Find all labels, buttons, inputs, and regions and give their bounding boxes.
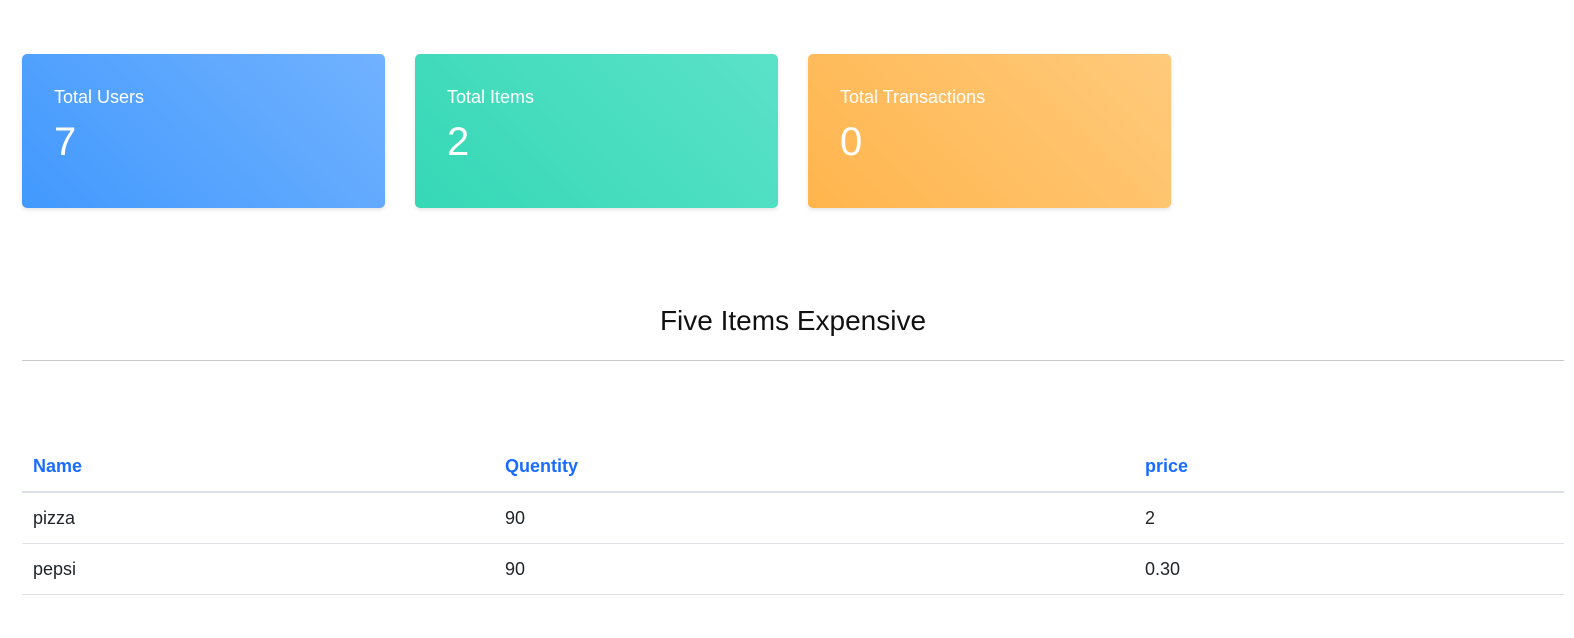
stat-value: 7	[54, 120, 77, 164]
column-header-name: Name	[22, 446, 494, 493]
column-header-quantity: Quentity	[494, 446, 1134, 493]
stat-card-items: Total Items 2	[415, 54, 778, 208]
stat-card-users: Total Users 7	[22, 54, 385, 208]
cell-price: 0.30	[1134, 543, 1564, 595]
stat-value: 0	[840, 120, 863, 164]
stat-value: 2	[447, 120, 470, 164]
table-row: pepsi 90 0.30	[22, 543, 1564, 595]
divider	[22, 360, 1564, 361]
stat-label: Total Transactions	[840, 87, 986, 107]
cell-name: pepsi	[22, 543, 494, 595]
stat-card-transactions: Total Transactions 0	[808, 54, 1171, 208]
cell-name: pizza	[22, 492, 494, 544]
cell-quantity: 90	[494, 492, 1134, 544]
items-table: Name Quentity price pizza 90 2 pepsi 90 …	[22, 446, 1564, 595]
cell-price: 2	[1134, 492, 1564, 544]
stats-cards: Total Users 7 Total Items 2 Total Transa…	[22, 54, 1171, 208]
cell-quantity: 90	[494, 543, 1134, 595]
stat-label: Total Users	[54, 87, 145, 107]
column-header-price: price	[1134, 446, 1564, 493]
stat-label: Total Items	[447, 87, 535, 107]
table-header-row: Name Quentity price	[22, 446, 1564, 493]
section-title: Five Items Expensive	[659, 305, 927, 336]
table-row: pizza 90 2	[22, 492, 1564, 544]
